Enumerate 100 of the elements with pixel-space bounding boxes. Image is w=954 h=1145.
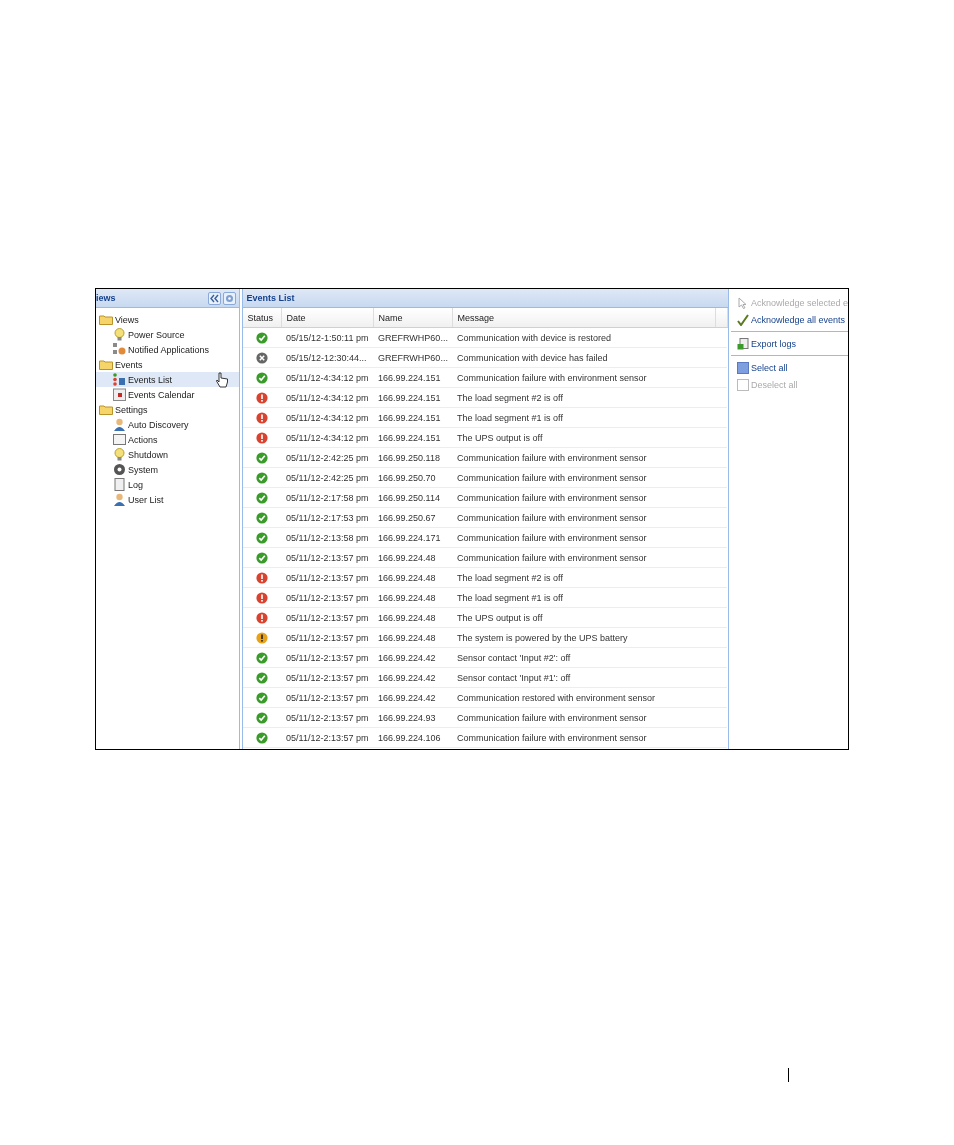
gear-icon — [113, 463, 126, 476]
tree-folder[interactable]: Settings — [96, 402, 239, 417]
table-cell: Communication restored with environment sensor — [452, 687, 716, 708]
list-icon — [113, 373, 126, 386]
table-cell: 166.99.224.48 — [373, 627, 453, 648]
panel-title: Events List — [246, 293, 296, 303]
table-cell: 05/11/12-2:13:57 pm — [281, 587, 374, 608]
bulb-icon — [113, 328, 126, 341]
tree-item[interactable]: System — [96, 462, 239, 477]
table-cell: 05/11/12-2:13:57 pm — [281, 667, 374, 688]
calendar-icon — [113, 388, 126, 401]
table-cell: 05/11/12-2:17:58 pm — [281, 487, 374, 508]
table-cell: 05/11/12-4:34:12 pm — [281, 367, 374, 388]
table-cell: 166.99.224.48 — [373, 547, 453, 568]
table-cell: 05/11/12-4:34:12 pm — [281, 387, 374, 408]
tree-folder[interactable]: Views — [96, 312, 239, 327]
tree-item[interactable]: Shutdown — [96, 447, 239, 462]
table-cell: The UPS output is off — [452, 427, 716, 448]
folder-icon — [99, 404, 113, 415]
action-link[interactable]: Export logs — [728, 335, 848, 352]
table-cell: The load segment #1 is off — [452, 587, 716, 608]
window-icon — [113, 433, 126, 446]
table-cell: 05/11/12-4:34:12 pm — [281, 427, 374, 448]
folder-icon — [99, 359, 113, 370]
table-cell: 05/11/12-2:13:57 pm — [281, 687, 374, 708]
bulb-icon — [113, 448, 126, 461]
table-cell: 05/11/12-2:13:57 pm — [281, 727, 374, 748]
table-cell: 166.99.224.171 — [373, 527, 453, 548]
table-cell: 166.99.224.151 — [373, 407, 453, 428]
table-cell: The system is powered by the UPS battery — [452, 627, 716, 648]
table-cell: Communication failure with environment sensor — [452, 447, 716, 468]
table-cell: Communication failure with environment sensor — [452, 467, 716, 488]
tree-folder[interactable]: Events — [96, 357, 239, 372]
table-cell: Communication failure with environment sensor — [452, 707, 716, 728]
column-header[interactable]: Name — [373, 308, 453, 328]
grid-icon — [113, 343, 126, 356]
tree-item[interactable]: User List — [96, 492, 239, 507]
table-cell: 166.99.224.48 — [373, 607, 453, 628]
table-cell: 166.99.224.42 — [373, 647, 453, 668]
export-icon — [736, 337, 749, 350]
page-icon — [113, 478, 126, 491]
table-cell: 05/15/12-12:30:44... — [281, 347, 374, 368]
table-cell: 166.99.224.42 — [373, 667, 453, 688]
user-icon — [113, 493, 126, 506]
table-cell: The UPS output is off — [452, 607, 716, 628]
table-cell: Sensor contact 'Input #2': off — [452, 647, 716, 668]
action-link[interactable]: Acknowledge all events — [728, 311, 848, 328]
table-cell: 05/11/12-2:42:25 pm — [281, 447, 374, 468]
table-cell: 05/11/12-2:13:57 pm — [281, 607, 374, 628]
table-cell: GREFRWHP60... — [373, 327, 453, 348]
table-cell: 166.99.224.93 — [373, 707, 453, 728]
table-cell: 166.99.250.114 — [373, 487, 453, 508]
tree-item[interactable]: Events List — [96, 372, 239, 387]
table-cell: 05/11/12-2:17:53 pm — [281, 507, 374, 528]
table-cell: 166.99.224.151 — [373, 387, 453, 408]
table-cell: Communication with device has failed — [452, 347, 716, 368]
tree-item[interactable]: Log — [96, 477, 239, 492]
table-cell: Sensor contact 'Input #1': off — [452, 667, 716, 688]
table-cell: Communication failure with environment sensor — [452, 487, 716, 508]
table-cell: Communication with device is restored — [452, 327, 716, 348]
collapse-icon[interactable] — [207, 291, 221, 305]
table-cell: 05/11/12-2:13:58 pm — [281, 527, 374, 548]
folder-icon — [99, 314, 113, 325]
column-header[interactable]: Date — [281, 308, 374, 328]
table-cell: 05/11/12-2:13:57 pm — [281, 647, 374, 668]
table-cell: 05/11/12-2:13:57 pm — [281, 707, 374, 728]
checkmark-icon — [736, 313, 749, 326]
table-cell: The load segment #2 is off — [452, 567, 716, 588]
pointer-icon — [736, 296, 749, 309]
table-cell: The load segment #1 is off — [452, 407, 716, 428]
tree-item[interactable]: Actions — [96, 432, 239, 447]
table-cell: 166.99.224.106 — [373, 727, 453, 748]
tree-item[interactable]: Auto Discovery — [96, 417, 239, 432]
tree-item[interactable]: Events Calendar — [96, 387, 239, 402]
table-cell: 166.99.224.48 — [373, 587, 453, 608]
table-cell: Communication failure with environment sensor — [452, 507, 716, 528]
table-cell: 05/11/12-4:34:12 pm — [281, 407, 374, 428]
table-cell: The load segment #2 is off — [452, 387, 716, 408]
table-cell: 05/15/12-1:50:11 pm — [281, 327, 374, 348]
action-link[interactable]: Select all — [728, 359, 848, 376]
tree-item[interactable]: Power Source — [96, 327, 239, 342]
column-header[interactable]: Status — [242, 308, 282, 328]
square-icon — [736, 361, 749, 374]
column-header[interactable]: Message — [452, 308, 716, 328]
panel-title: iews — [96, 293, 117, 303]
table-cell: Communication failure with environment sensor — [452, 727, 716, 748]
user-icon — [113, 418, 126, 431]
table-cell: Communication failure with environment sensor — [452, 547, 716, 568]
table-cell: 05/11/12-2:13:57 pm — [281, 567, 374, 588]
table-cell: 166.99.224.42 — [373, 687, 453, 708]
tree-item[interactable]: Notified Applications — [96, 342, 239, 357]
table-cell: Communication failure with environment sensor — [452, 527, 716, 548]
table-cell: 166.99.224.151 — [373, 367, 453, 388]
table-cell: 166.99.250.70 — [373, 467, 453, 488]
table-cell: 166.99.224.48 — [373, 567, 453, 588]
table-cell: 166.99.250.118 — [373, 447, 453, 468]
table-cell: 05/11/12-2:42:25 pm — [281, 467, 374, 488]
square-icon — [736, 378, 749, 391]
table-cell: GREFRWHP60... — [373, 347, 453, 368]
table-cell: 05/11/12-2:13:57 pm — [281, 547, 374, 568]
